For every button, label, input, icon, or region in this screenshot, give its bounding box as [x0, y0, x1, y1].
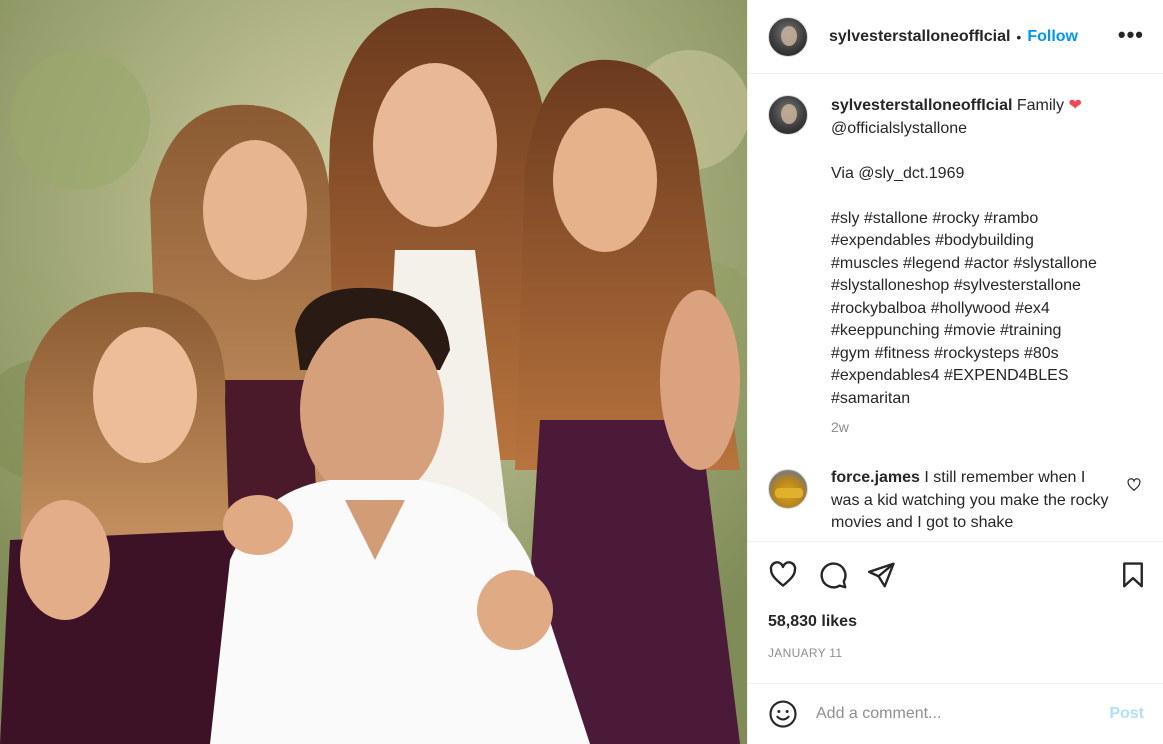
author-avatar[interactable]	[768, 16, 808, 57]
add-comment-input[interactable]	[816, 705, 1100, 723]
comment-item: force.james I still remember when I was …	[768, 467, 1148, 535]
comments-area[interactable]: sylvesterstalloneoffIcial Family ❤ @offi…	[748, 75, 1163, 542]
add-comment-bar: Post	[748, 683, 1163, 744]
header-separator: •	[1016, 28, 1022, 45]
family-photo-illustration	[0, 0, 747, 744]
caption-avatar[interactable]	[768, 95, 808, 135]
caption-hashtag-line[interactable]: #rockybalboa #hollywood #ex4	[831, 298, 1131, 321]
post-side-panel: sylvesterstalloneoffIcial • Follow ••• s…	[747, 0, 1163, 744]
heart-icon[interactable]	[768, 560, 798, 595]
author-username[interactable]: sylvesterstalloneoffIcial	[829, 28, 1010, 46]
more-icon[interactable]: •••	[1118, 24, 1144, 46]
post-caption: sylvesterstalloneoffIcial Family ❤ @offi…	[768, 95, 1153, 439]
comment-body: force.james I still remember when I was …	[831, 467, 1116, 535]
caption-via: Via @sly_dct.1969	[831, 164, 965, 182]
follow-button[interactable]: Follow	[1027, 28, 1078, 46]
caption-body: sylvesterstalloneoffIcial Family ❤ @offi…	[831, 95, 1131, 439]
post-comment-button[interactable]: Post	[1109, 705, 1144, 723]
caption-hashtag-line[interactable]: #expendables #bodybuilding	[831, 230, 1131, 253]
post-photo[interactable]	[0, 0, 747, 744]
commenter-avatar[interactable]	[768, 469, 808, 509]
caption-hashtag-line[interactable]: #sly #stallone #rocky #rambo	[831, 208, 1131, 231]
comment-icon[interactable]	[818, 560, 848, 595]
commenter-username[interactable]: force.james	[831, 469, 920, 486]
caption-mention[interactable]: @officialslystallone	[831, 118, 1131, 141]
post-header: sylvesterstalloneoffIcial • Follow •••	[748, 0, 1163, 74]
post-actions	[768, 560, 1148, 592]
caption-username[interactable]: sylvesterstalloneoffIcial	[831, 97, 1012, 114]
caption-hashtag-line[interactable]: #gym #fitness #rockysteps #80s	[831, 343, 1131, 366]
heart-emoji-icon: ❤	[1068, 97, 1082, 114]
caption-hashtag-line[interactable]: #samaritan	[831, 388, 1131, 411]
comment-like-heart-icon[interactable]	[1127, 478, 1141, 497]
caption-timestamp[interactable]: 2w	[831, 416, 1131, 439]
caption-hashtag-line[interactable]: #keeppunching #movie #training	[831, 320, 1131, 343]
caption-hashtag-line[interactable]: #muscles #legend #actor #slystallone	[831, 253, 1131, 276]
likes-count[interactable]: 58,830 likes	[768, 613, 857, 631]
post-date[interactable]: JANUARY 11	[768, 646, 842, 660]
share-icon[interactable]	[866, 560, 896, 595]
caption-hashtag-line[interactable]: #slystalloneshop #sylvesterstallone	[831, 275, 1131, 298]
bookmark-icon[interactable]	[1118, 560, 1148, 595]
caption-hashtag-line[interactable]: #expendables4 #EXPEND4BLES	[831, 365, 1131, 388]
emoji-icon[interactable]	[768, 699, 798, 729]
caption-text: Family	[1016, 97, 1064, 114]
